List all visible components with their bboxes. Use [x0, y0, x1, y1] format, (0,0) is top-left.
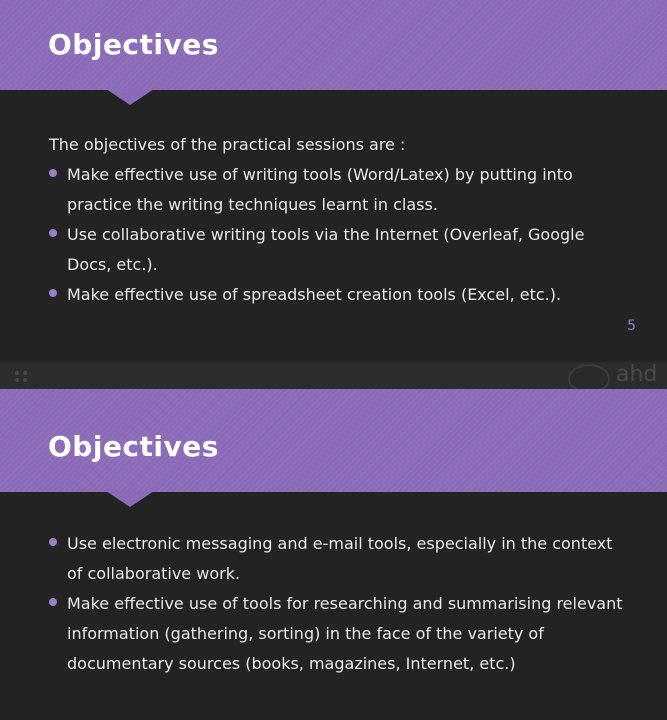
slide-title: Objectives [48, 28, 219, 61]
watermark-text: ahd [616, 362, 658, 387]
list-item: Use collaborative writing tools via the … [49, 220, 627, 280]
bullet-text: Use electronic messaging and e-mail tool… [67, 534, 613, 583]
bullet-text: Make effective use of writing tools (Wor… [67, 165, 573, 214]
bullet-dot-icon [49, 598, 57, 606]
slide-title: Objectives [48, 430, 219, 463]
grip-dots-icon [13, 371, 35, 383]
bullet-text: Use collaborative writing tools via the … [67, 225, 585, 274]
bullet-dot-icon [49, 538, 57, 546]
list-item: Make effective use of writing tools (Wor… [49, 160, 627, 220]
banner-notch [106, 89, 154, 105]
bullet-dot-icon [49, 229, 57, 237]
list-item: Make effective use of tools for research… [49, 589, 627, 679]
slide-body: Use electronic messaging and e-mail tool… [49, 529, 627, 679]
bullet-list: Make effective use of writing tools (Wor… [49, 160, 627, 310]
bullet-dot-icon [49, 289, 57, 297]
intro-text: The objectives of the practical sessions… [49, 135, 406, 154]
banner-notch [106, 491, 154, 507]
slide-body: The objectives of the practical sessions… [49, 130, 627, 310]
list-item: Make effective use of spreadsheet creati… [49, 280, 627, 310]
slide-1: Objectives The objectives of the practic… [0, 0, 667, 362]
slide-separator [0, 362, 667, 389]
bullet-dot-icon [49, 169, 57, 177]
bullet-text: Make effective use of tools for research… [67, 594, 623, 673]
slide-2: Objectives Use electronic messaging and … [0, 389, 667, 720]
page-number: 5 [627, 318, 636, 334]
list-item: Use electronic messaging and e-mail tool… [49, 529, 627, 589]
bullet-text: Make effective use of spreadsheet creati… [67, 285, 562, 304]
bullet-list: Use electronic messaging and e-mail tool… [49, 529, 627, 679]
